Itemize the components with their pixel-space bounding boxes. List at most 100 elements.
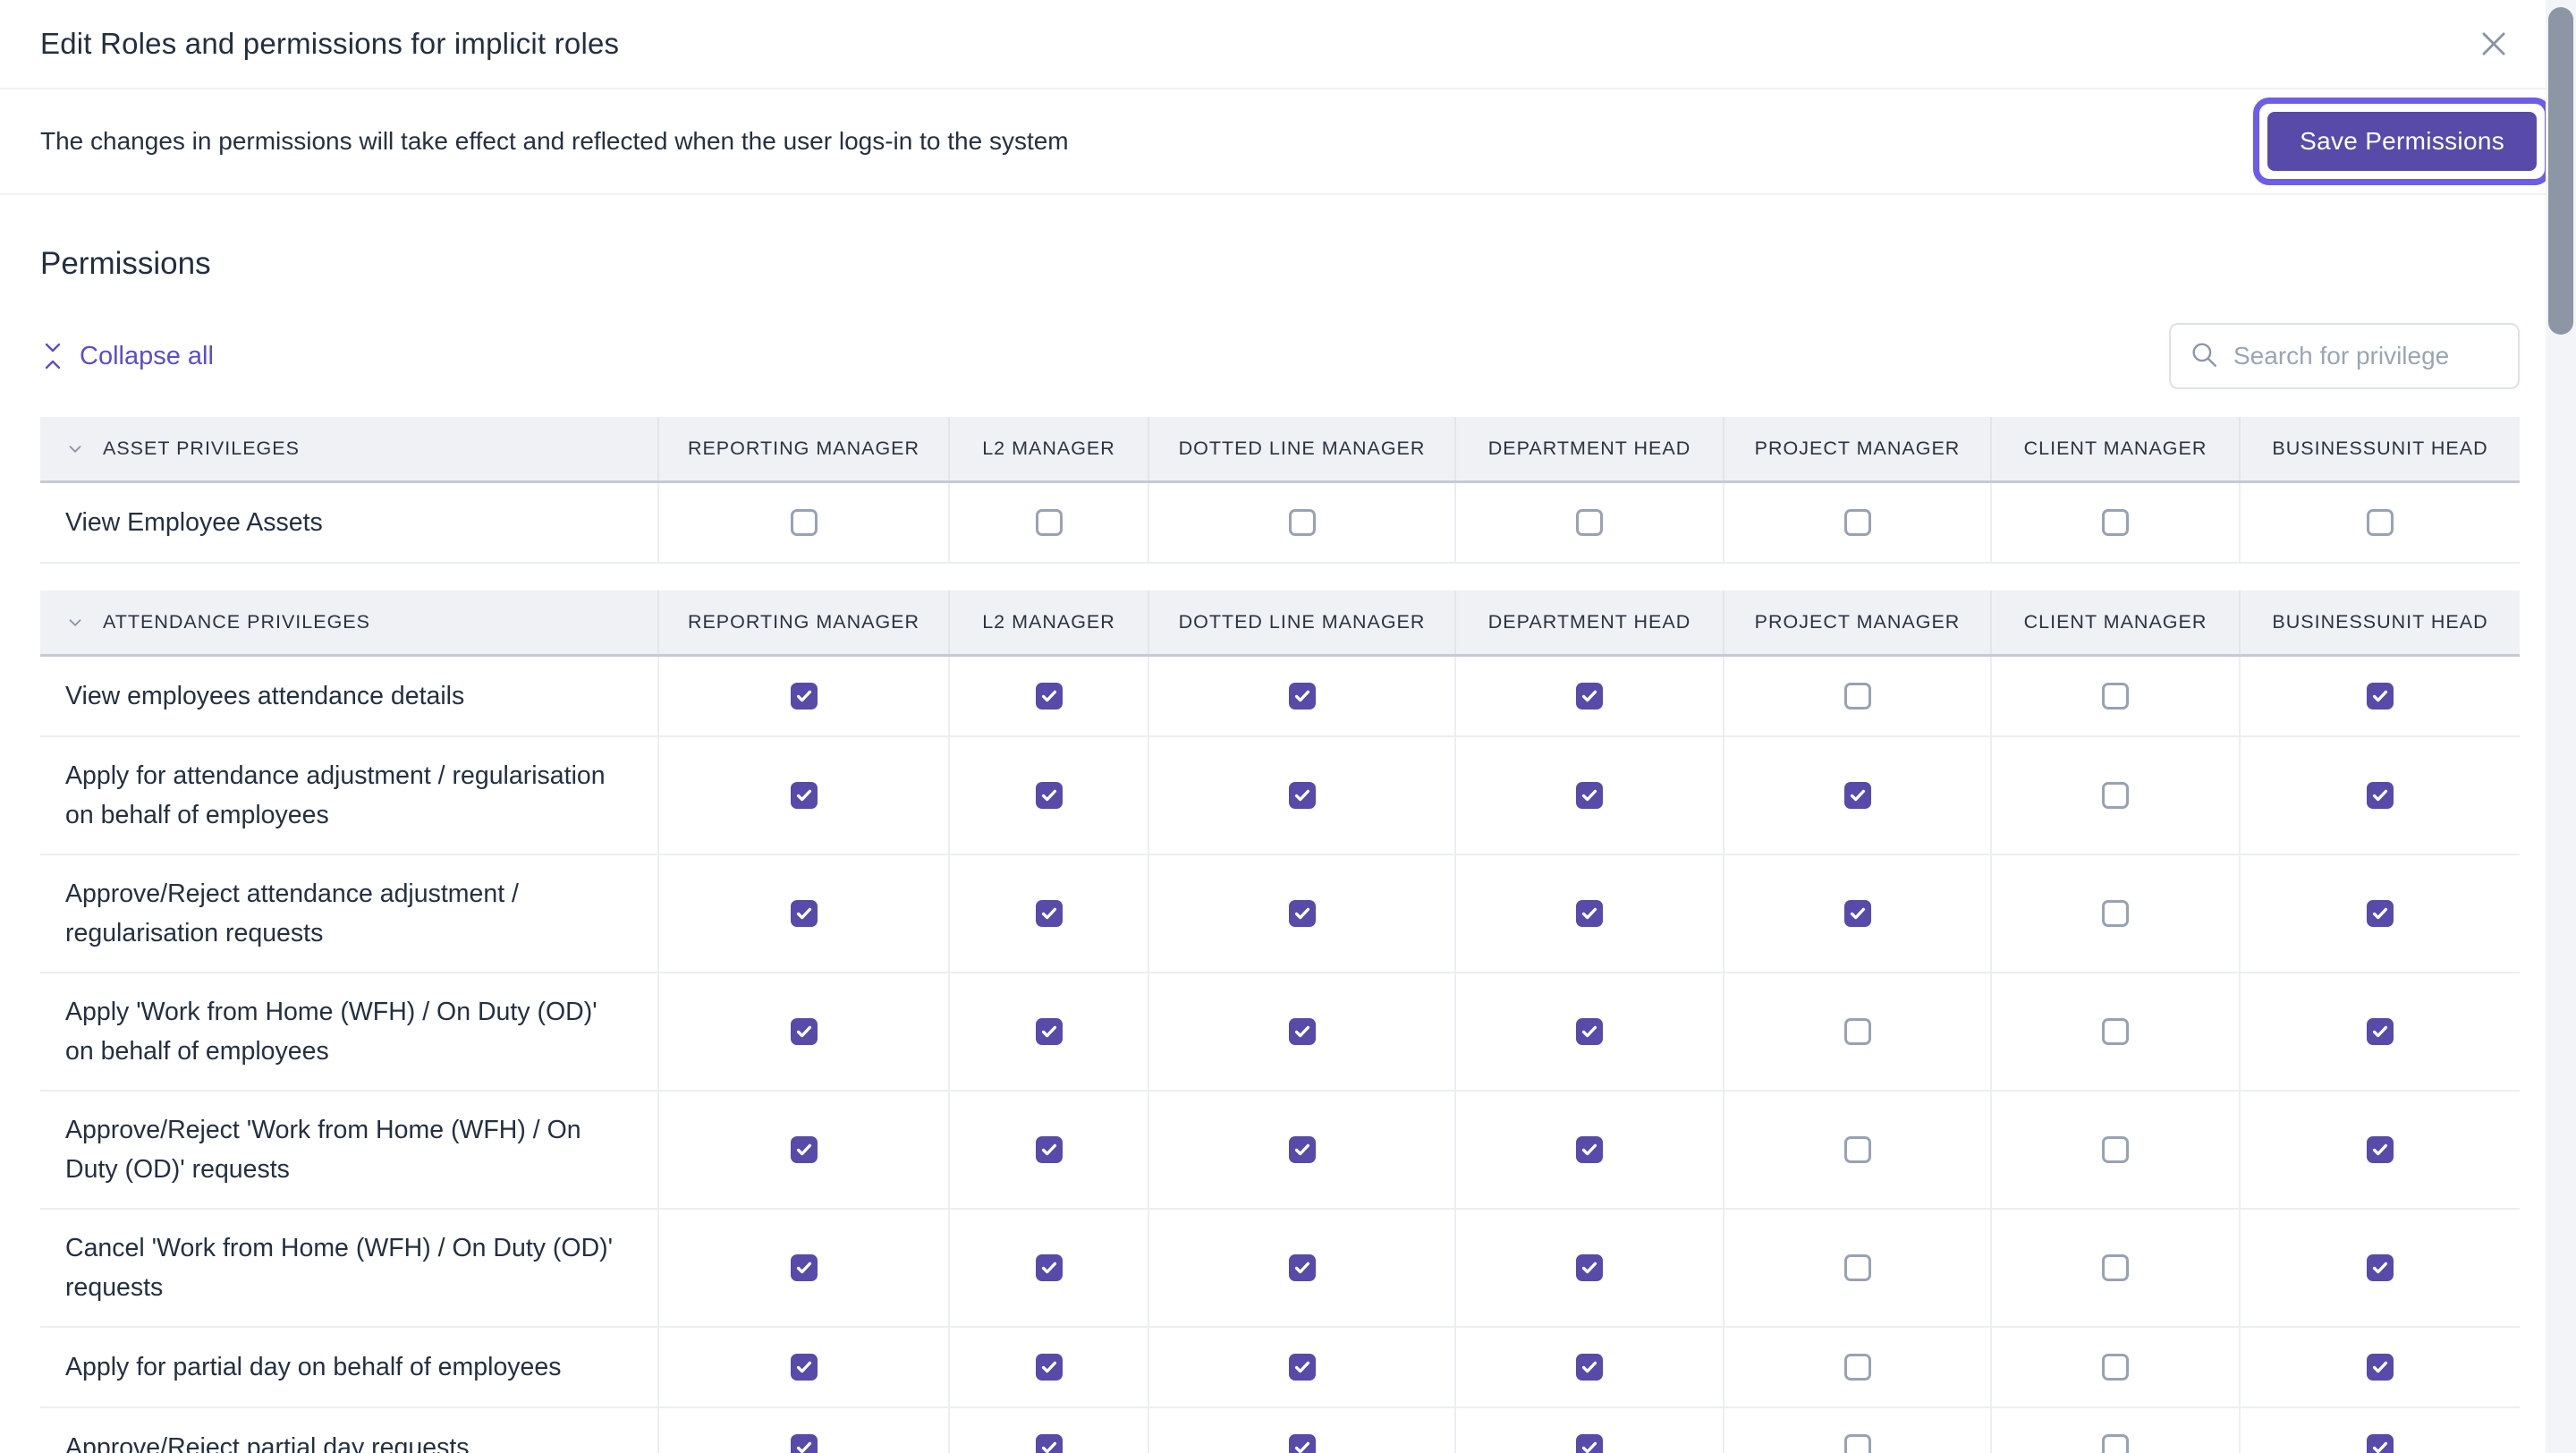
column-header: DOTTED LINE MANAGER: [1149, 417, 1456, 480]
permission-checkbox[interactable]: [1576, 782, 1603, 809]
permission-checkbox[interactable]: [790, 1254, 818, 1281]
permission-checkbox[interactable]: [1288, 782, 1316, 809]
permission-checkbox[interactable]: [2367, 1434, 2394, 1453]
permission-checkbox[interactable]: [790, 900, 818, 927]
column-header: REPORTING MANAGER: [659, 591, 950, 654]
permission-checkbox[interactable]: [790, 509, 818, 536]
permission-checkbox[interactable]: [1576, 683, 1603, 710]
close-icon[interactable]: [2474, 24, 2513, 64]
permission-checkbox[interactable]: [1035, 683, 1063, 710]
permission-checkbox[interactable]: [1035, 1354, 1063, 1381]
checkbox-cell: [1149, 1328, 1456, 1406]
permission-checkbox[interactable]: [1288, 509, 1316, 536]
permission-checkbox[interactable]: [2102, 1354, 2129, 1381]
section-title: ATTENDANCE PRIVILEGES: [103, 611, 370, 633]
save-permissions-button[interactable]: Save Permissions: [2267, 112, 2537, 171]
privilege-label: View employees attendance details: [65, 682, 465, 710]
permission-checkbox[interactable]: [1035, 782, 1063, 809]
permission-checkbox[interactable]: [1843, 1136, 1871, 1163]
permission-checkbox[interactable]: [2102, 1018, 2129, 1045]
scrollbar-track[interactable]: [2546, 0, 2576, 1453]
chevron-down-icon[interactable]: [65, 439, 85, 459]
permission-checkbox[interactable]: [790, 1434, 818, 1453]
checkbox-cell: [1149, 1210, 1456, 1326]
permission-checkbox[interactable]: [1035, 1254, 1063, 1281]
permission-checkbox[interactable]: [2102, 509, 2129, 536]
permission-checkbox[interactable]: [1843, 1354, 1871, 1381]
permission-checkbox[interactable]: [1035, 509, 1063, 536]
permission-checkbox[interactable]: [1288, 1354, 1316, 1381]
checkbox-cell: [659, 657, 950, 735]
permission-checkbox[interactable]: [2367, 683, 2394, 710]
permission-checkbox[interactable]: [1576, 1254, 1603, 1281]
privilege-label: View Employee Assets: [65, 508, 323, 537]
permission-checkbox[interactable]: [1035, 1434, 1063, 1453]
permission-checkbox[interactable]: [2367, 900, 2394, 927]
modal-title-bar: Edit Roles and permissions for implicit …: [0, 0, 2576, 89]
permissions-heading: Permissions: [40, 246, 211, 281]
privilege-row: Approve/Reject partial day requests: [40, 1408, 2520, 1453]
checkbox-cell: [1149, 1092, 1456, 1208]
permission-checkbox[interactable]: [2102, 1254, 2129, 1281]
privileges-section: ASSET PRIVILEGES REPORTING MANAGER L2 MANA…: [40, 417, 2520, 564]
permission-checkbox[interactable]: [1576, 1018, 1603, 1045]
checkbox-cell: [950, 1210, 1149, 1326]
privilege-label: Apply for partial day on behalf of emplo…: [65, 1353, 562, 1381]
section-header-row: ASSET PRIVILEGES REPORTING MANAGER L2 MANA…: [40, 417, 2520, 483]
permission-checkbox[interactable]: [2102, 900, 2129, 927]
section-title-cell[interactable]: ASSET PRIVILEGES: [40, 417, 659, 480]
permission-checkbox[interactable]: [1843, 683, 1871, 710]
permission-checkbox[interactable]: [2367, 509, 2394, 536]
permission-checkbox[interactable]: [1576, 1354, 1603, 1381]
scrollbar-thumb[interactable]: [2548, 7, 2573, 335]
section-title: ASSET PRIVILEGES: [103, 438, 300, 459]
page-title: Edit Roles and permissions for implicit …: [40, 27, 620, 60]
permission-checkbox[interactable]: [2102, 782, 2129, 809]
permission-checkbox[interactable]: [2367, 782, 2394, 809]
chevron-down-icon[interactable]: [65, 613, 85, 633]
permission-checkbox[interactable]: [1576, 1434, 1603, 1453]
permission-checkbox[interactable]: [2102, 1136, 2129, 1163]
permission-checkbox[interactable]: [1843, 1434, 1871, 1453]
permission-checkbox[interactable]: [1576, 509, 1603, 536]
permission-checkbox[interactable]: [790, 782, 818, 809]
permission-checkbox[interactable]: [1035, 900, 1063, 927]
permission-checkbox[interactable]: [2102, 683, 2129, 710]
permission-checkbox[interactable]: [1843, 782, 1871, 809]
permission-checkbox[interactable]: [2367, 1254, 2394, 1281]
info-text: The changes in permissions will take eff…: [40, 127, 1069, 155]
column-header: REPORTING MANAGER: [659, 417, 950, 480]
permission-checkbox[interactable]: [2367, 1018, 2394, 1045]
permission-checkbox[interactable]: [1843, 1254, 1871, 1281]
permission-checkbox[interactable]: [1843, 900, 1871, 927]
permission-checkbox[interactable]: [1035, 1018, 1063, 1045]
permission-checkbox[interactable]: [790, 1136, 818, 1163]
permission-checkbox[interactable]: [790, 683, 818, 710]
checkbox-cell: [1456, 1092, 1724, 1208]
column-header: L2 MANAGER: [950, 417, 1149, 480]
checkbox-cell: [1724, 855, 1992, 972]
search-input[interactable]: [2233, 342, 2500, 370]
permission-checkbox[interactable]: [1843, 1018, 1871, 1045]
collapse-all-link[interactable]: Collapse all: [40, 341, 214, 371]
permission-checkbox[interactable]: [1288, 1136, 1316, 1163]
permission-checkbox[interactable]: [2367, 1354, 2394, 1381]
checkbox-cell: [950, 973, 1149, 1090]
permission-checkbox[interactable]: [1288, 900, 1316, 927]
permission-checkbox[interactable]: [2367, 1136, 2394, 1163]
permission-checkbox[interactable]: [1288, 683, 1316, 710]
table-toolbar: Collapse all: [40, 323, 2520, 389]
search-box[interactable]: [2169, 323, 2520, 389]
permission-checkbox[interactable]: [1288, 1018, 1316, 1045]
checkbox-cell: [1992, 483, 2241, 562]
permission-checkbox[interactable]: [2102, 1434, 2129, 1453]
permission-checkbox[interactable]: [1843, 509, 1871, 536]
section-title-cell[interactable]: ATTENDANCE PRIVILEGES: [40, 591, 659, 654]
permission-checkbox[interactable]: [1576, 1136, 1603, 1163]
permission-checkbox[interactable]: [790, 1354, 818, 1381]
permission-checkbox[interactable]: [1576, 900, 1603, 927]
permission-checkbox[interactable]: [1288, 1254, 1316, 1281]
permission-checkbox[interactable]: [1035, 1136, 1063, 1163]
permission-checkbox[interactable]: [790, 1018, 818, 1045]
permission-checkbox[interactable]: [1288, 1434, 1316, 1453]
